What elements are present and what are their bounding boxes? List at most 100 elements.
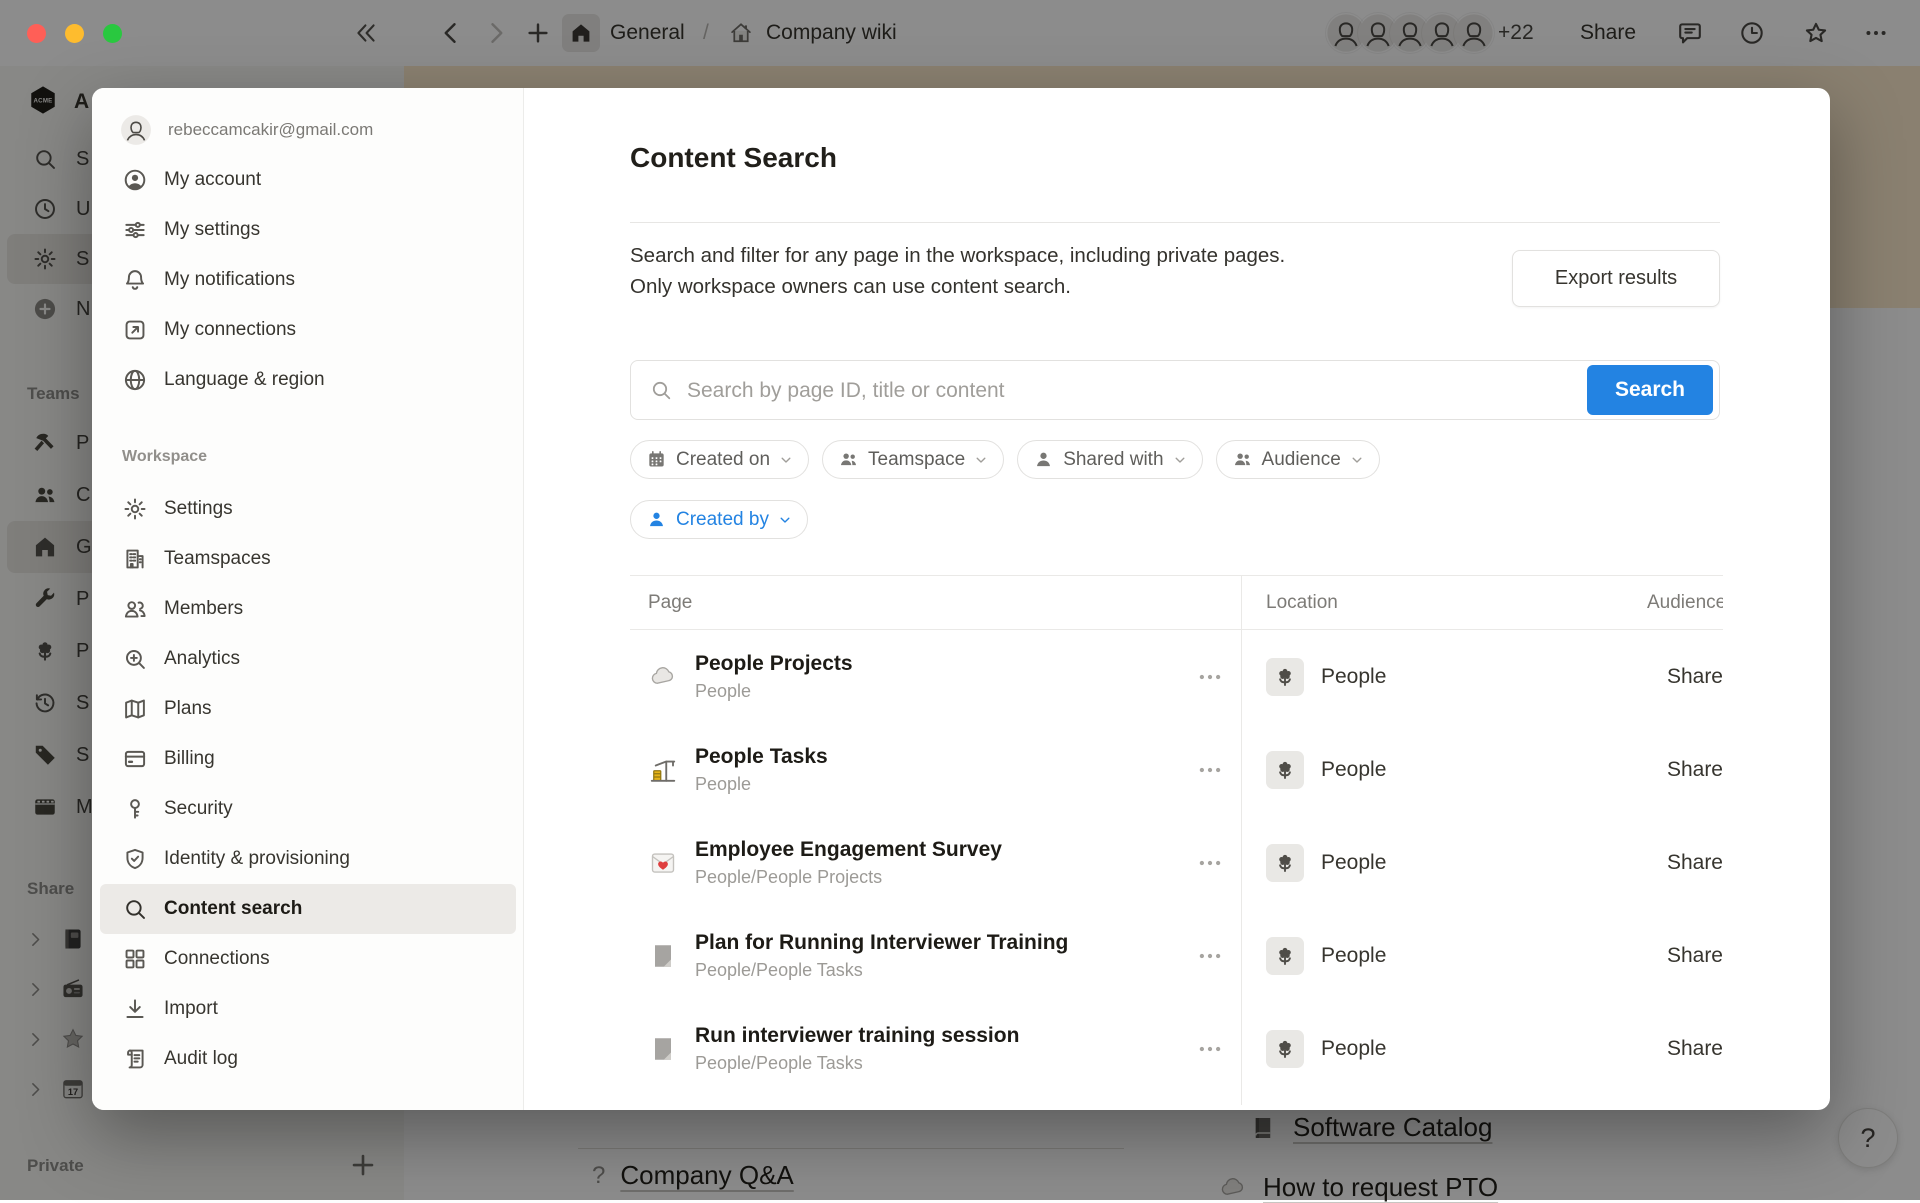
settings-menu-item[interactable]: Identity & provisioning — [100, 834, 516, 884]
settings-menu-item[interactable]: Connections — [100, 934, 516, 984]
chevron-down-icon — [974, 453, 988, 467]
filter-chip[interactable]: Audience — [1216, 440, 1380, 479]
table-row[interactable]: People Projects People People Share — [630, 630, 1723, 723]
teamspace-flower-icon — [1273, 665, 1297, 689]
table-body: People Projects People People Share — [630, 630, 1723, 1095]
love-letter-icon — [648, 848, 678, 878]
account-avatar — [120, 114, 152, 146]
account-email-row: rebeccamcakir@gmail.com — [120, 114, 373, 146]
people-icon — [122, 596, 148, 622]
workspace-menu: Settings Teamspaces Members Analytics Pl… — [100, 484, 516, 1084]
page-title: People Tasks — [695, 744, 828, 770]
search-icon — [122, 896, 148, 922]
teamspace-flower-icon — [1273, 1037, 1297, 1061]
teamspace-tile — [1266, 937, 1304, 975]
page-icon — [648, 1034, 678, 1064]
settings-menu-item[interactable]: My notifications — [100, 255, 516, 305]
page-title: People Projects — [695, 651, 853, 677]
teamspace-tile — [1266, 751, 1304, 789]
card-icon — [122, 746, 148, 772]
table-row[interactable]: Plan for Running Interviewer Training Pe… — [630, 909, 1723, 1002]
shield-icon — [122, 846, 148, 872]
settings-menu-item[interactable]: My connections — [100, 305, 516, 355]
page-title: Content Search — [630, 142, 837, 174]
location-label: People — [1321, 851, 1386, 875]
map-icon — [122, 696, 148, 722]
location-label: People — [1321, 1037, 1386, 1061]
audience-label: Share — [1647, 909, 1723, 1002]
window-minimize-button[interactable] — [65, 24, 84, 43]
crane-icon — [648, 755, 678, 785]
table-row[interactable]: People Tasks People People Share — [630, 723, 1723, 816]
settings-menu-item[interactable]: Audit log — [100, 1034, 516, 1084]
analytics-icon — [122, 646, 148, 672]
import-icon — [122, 996, 148, 1022]
row-menu-button[interactable] — [1195, 1034, 1225, 1064]
account-icon — [122, 167, 148, 193]
settings-menu-item[interactable]: Language & region — [100, 355, 516, 405]
page-title: Employee Engagement Survey — [695, 837, 1002, 863]
settings-menu-item[interactable]: Settings — [100, 484, 516, 534]
row-menu-button[interactable] — [1195, 662, 1225, 692]
export-results-button[interactable]: Export results — [1512, 250, 1720, 307]
table-row[interactable]: Employee Engagement Survey People/People… — [630, 816, 1723, 909]
scroll-icon — [122, 1046, 148, 1072]
search-icon — [649, 378, 673, 402]
filter-chips-row1: Created on Teamspace Shared with Audienc… — [630, 440, 1380, 479]
settings-modal: rebeccamcakir@gmail.com My account My se… — [92, 88, 1830, 1110]
gear-icon — [122, 496, 148, 522]
location-label: People — [1321, 944, 1386, 968]
filter-chip[interactable]: Teamspace — [822, 440, 1004, 479]
settings-menu-item[interactable]: Plans — [100, 684, 516, 734]
filter-chip[interactable]: Created on — [630, 440, 809, 479]
row-menu-button[interactable] — [1195, 755, 1225, 785]
audience-label: Share — [1647, 816, 1723, 909]
column-header-audience: Audience — [1647, 576, 1723, 629]
sliders-icon — [122, 217, 148, 243]
filter-chip[interactable]: Created by — [630, 500, 808, 539]
settings-menu-item[interactable]: My account — [100, 155, 516, 205]
page-path: People/People Tasks — [695, 1053, 1019, 1074]
settings-menu-item[interactable]: Members — [100, 584, 516, 634]
audience-label: Share — [1647, 1002, 1723, 1095]
building-icon — [122, 546, 148, 572]
people-fill-icon — [1232, 449, 1253, 470]
location-label: People — [1321, 758, 1386, 782]
search-input[interactable] — [685, 365, 1569, 417]
page-description: Search and filter for any page in the wo… — [630, 240, 1410, 302]
results-table: Page Location Audience People Projects P… — [630, 575, 1723, 1105]
settings-menu-item[interactable]: My settings — [100, 205, 516, 255]
filter-chip[interactable]: Shared with — [1017, 440, 1202, 479]
settings-menu-item[interactable]: Security — [100, 784, 516, 834]
table-row[interactable]: Run interviewer training session People/… — [630, 1002, 1723, 1095]
settings-menu-item[interactable]: Content search — [100, 884, 516, 934]
row-menu-button[interactable] — [1195, 848, 1225, 878]
teamspace-tile — [1266, 658, 1304, 696]
calendar-icon — [646, 449, 667, 470]
page-path: People — [695, 774, 828, 795]
column-header-page: Page — [630, 576, 1241, 629]
teamspace-flower-icon — [1273, 758, 1297, 782]
window-close-button[interactable] — [27, 24, 46, 43]
page-path: People — [695, 681, 853, 702]
settings-menu-item[interactable]: Billing — [100, 734, 516, 784]
column-header-location: Location — [1241, 576, 1647, 629]
page-path: People/People Projects — [695, 867, 1002, 888]
bell-icon — [122, 267, 148, 293]
account-email: rebeccamcakir@gmail.com — [168, 120, 373, 140]
key-icon — [122, 796, 148, 822]
search-bar: Search — [630, 360, 1720, 420]
account-menu: My account My settings My notifications … — [100, 155, 516, 405]
settings-menu-item[interactable]: Import — [100, 984, 516, 1034]
window-zoom-button[interactable] — [103, 24, 122, 43]
settings-menu-panel: rebeccamcakir@gmail.com My account My se… — [92, 88, 524, 1110]
filter-chips-row2: Created by — [630, 500, 808, 539]
page-title: Run interviewer training session — [695, 1023, 1019, 1049]
settings-menu-item[interactable]: Analytics — [100, 634, 516, 684]
audience-label: Share — [1647, 630, 1723, 723]
people-fill-icon — [838, 449, 859, 470]
search-button[interactable]: Search — [1587, 365, 1713, 415]
divider — [630, 222, 1720, 223]
settings-menu-item[interactable]: Teamspaces — [100, 534, 516, 584]
row-menu-button[interactable] — [1195, 941, 1225, 971]
